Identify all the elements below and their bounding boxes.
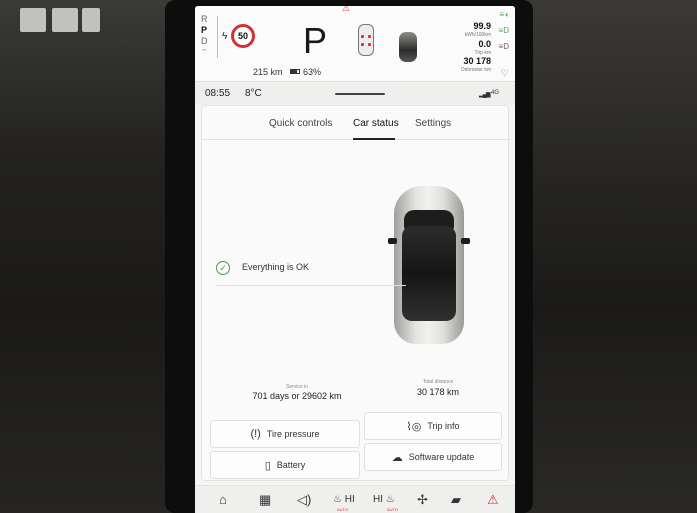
car-status-panel: Quick controls Car status Settings ✓ Eve… <box>201 105 510 481</box>
auto-beam-icon: ≡D <box>498 42 509 51</box>
network-type: 4G <box>491 90 500 96</box>
trip-info-button[interactable]: ⌇◎ Trip info <box>364 412 502 440</box>
route-icon: ⌇◎ <box>406 420 422 433</box>
status-ok-text: Everything is OK <box>242 262 310 272</box>
signal-strength-icon: ▂▄▆ <box>479 92 491 98</box>
bottom-navigation: ⌂ ▦ ◁) ♨ HI AUTO HI ♨ AUTO ✢ ▰ ⚠ <box>195 485 515 513</box>
tire-pressure-icon: (!) <box>250 428 261 440</box>
steering-assist-icon: ♡ <box>500 68 509 78</box>
driver-info-strip: R P D ⌔ ϟ 50 P ⚠ 215 km 63% 99.9 kWh/100… <box>195 6 515 82</box>
left-mirror <box>388 238 397 244</box>
pull-down-handle[interactable] <box>335 93 385 95</box>
apps-grid-icon[interactable]: ▦ <box>259 492 271 508</box>
car-doors-icon <box>358 24 374 56</box>
car-icon[interactable]: ▰ <box>451 492 461 508</box>
tab-quick-controls[interactable]: Quick controls <box>269 118 332 129</box>
cloud-icon: ☁ <box>391 451 403 464</box>
car-profile-icon <box>399 32 417 62</box>
car-interior-right <box>507 0 697 513</box>
battery-icon: ▯ <box>264 459 271 472</box>
gear-d: D <box>201 36 208 46</box>
odometer: 30 178 Odometer km <box>460 56 491 74</box>
center-display: R P D ⌔ ϟ 50 P ⚠ 215 km 63% 99.9 kWh/100… <box>195 6 515 513</box>
seat-heat-left-button[interactable]: ♨ HI <box>333 494 355 505</box>
background-window <box>20 8 46 32</box>
battery-button[interactable]: ▯ Battery <box>210 451 360 479</box>
headlight-icon: ≡◖ <box>499 10 510 19</box>
active-tab-indicator <box>353 138 395 140</box>
home-icon[interactable]: ⌂ <box>219 492 227 507</box>
seat-heat-right-button[interactable]: HI ♨ <box>373 494 395 505</box>
fan-icon[interactable]: ✢ <box>417 492 428 508</box>
right-mirror <box>461 238 470 244</box>
total-distance-value: 30 178 km <box>416 387 460 397</box>
current-gear: P <box>303 20 328 61</box>
seat-right-auto-label: AUTO <box>387 507 399 512</box>
background-window <box>52 8 78 32</box>
volume-icon[interactable]: ◁) <box>297 492 311 508</box>
gear-r: R <box>201 14 208 24</box>
low-beam-icon: ≡D <box>498 26 509 35</box>
background-window <box>82 8 100 32</box>
clock: 08:55 <box>205 88 231 99</box>
gear-divider <box>217 16 218 58</box>
energy-consumption: 99.9 kWh/100km <box>464 21 491 39</box>
speed-limit-sign: 50 <box>231 24 255 48</box>
wifi-icon: ⌔ <box>201 49 208 56</box>
outside-temperature: 8°C <box>245 88 262 99</box>
service-value: 701 days or 29602 km <box>252 391 342 401</box>
hazard-icon[interactable]: ⚠ <box>487 492 499 508</box>
software-update-button[interactable]: ☁ Software update <box>364 443 502 471</box>
battery-percentage: 63% <box>303 67 322 77</box>
car-interior-left <box>0 0 190 513</box>
tab-settings[interactable]: Settings <box>415 118 451 129</box>
seat-left-auto-label: AUTO <box>337 507 349 512</box>
seatbelt-warning-icon: ⚠ <box>342 6 351 13</box>
range-text: 215 km <box>253 67 283 77</box>
service-label: Service in <box>286 384 308 390</box>
gear-p: P <box>201 25 208 35</box>
tab-bar: Quick controls Car status Settings <box>202 106 510 140</box>
tab-car-status[interactable]: Car status <box>353 118 399 129</box>
tire-pressure-button[interactable]: (!) Tire pressure <box>210 420 360 448</box>
gear-selector: R P D ⌔ <box>201 14 208 58</box>
charging-bolt-icon: ϟ <box>222 31 228 42</box>
status-bar: 08:55 8°C ▂▄▆ 4G <box>195 83 515 105</box>
total-distance-label: Total distance <box>422 379 454 385</box>
battery-icon <box>290 69 300 74</box>
status-ok-row: ✓ Everything is OK <box>216 256 406 286</box>
check-icon: ✓ <box>216 261 230 275</box>
